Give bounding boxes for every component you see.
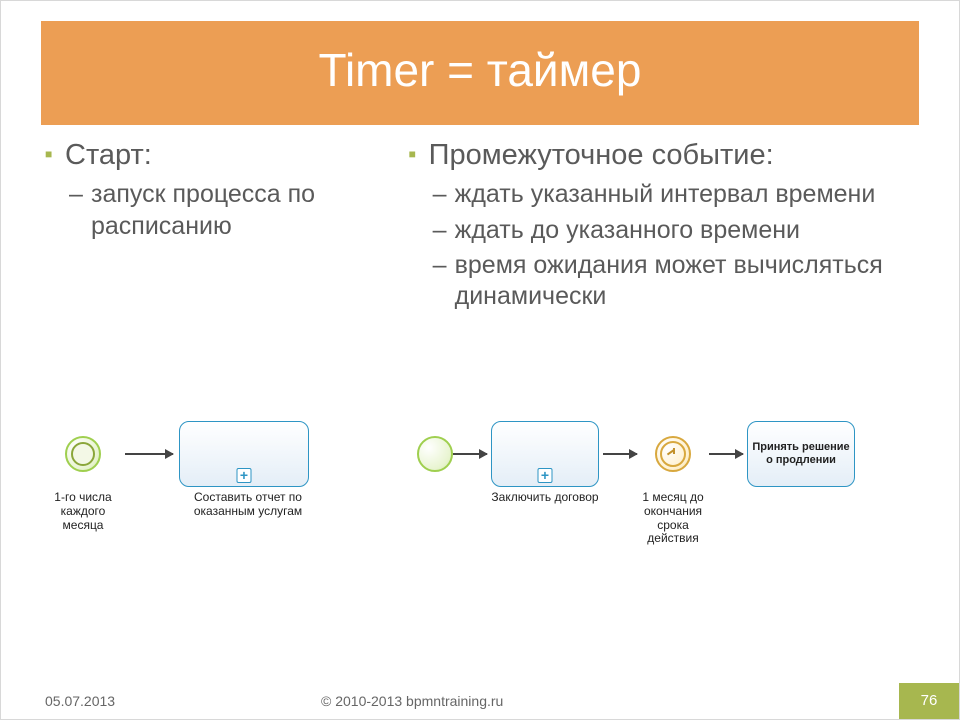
subprocess-marker-icon: + — [538, 468, 553, 483]
task-sign-contract-label: Заключить договор — [487, 491, 603, 546]
sequence-flow-icon — [709, 453, 743, 455]
content-area: Старт: запуск процесса по расписанию Про… — [1, 125, 959, 316]
sequence-flow-icon — [125, 453, 173, 455]
bullet-intermediate-sub-2: ждать до указанного времени — [405, 215, 919, 246]
diagram-intermediate-timer: + Принять решение о продлении Заключить … — [417, 421, 919, 621]
left-column: Старт: запуск процесса по расписанию — [41, 137, 375, 316]
bullet-intermediate-sub-3: время ожидания может вычисляться динамич… — [405, 250, 919, 313]
footer: 05.07.2013 © 2010-2013 bpmntraining.ru 7… — [1, 683, 959, 719]
task-decide-extend: Принять решение о продлении — [747, 421, 855, 487]
sequence-flow-icon — [603, 453, 637, 455]
right-column: Промежуточное событие: ждать указанный и… — [405, 137, 919, 316]
footer-copyright: © 2010-2013 bpmntraining.ru — [321, 693, 899, 709]
footer-date: 05.07.2013 — [1, 693, 321, 709]
start-event-label: 1-го числа каждого месяца — [41, 491, 125, 532]
intermediate-timer-label: 1 месяц до окончания срока действия — [637, 491, 709, 546]
task-compose-report-label: Составить отчет по оказанным услугам — [173, 491, 323, 532]
slide: Timer = таймер Старт: запуск процесса по… — [0, 0, 960, 720]
bullet-intermediate: Промежуточное событие: — [405, 137, 919, 173]
intermediate-timer-event-icon — [655, 436, 691, 472]
diagrams-area: + 1-го числа каждого месяца Составить от… — [41, 421, 919, 621]
task-decide-extend-label: Принять решение о продлении — [748, 437, 854, 471]
task-sign-contract: + — [491, 421, 599, 487]
diagram-start-timer: + 1-го числа каждого месяца Составить от… — [41, 421, 381, 621]
slide-title: Timer = таймер — [41, 21, 919, 125]
bullet-start-sub-1: запуск процесса по расписанию — [41, 179, 375, 242]
start-event-icon — [417, 436, 453, 472]
footer-page-number: 76 — [899, 683, 959, 719]
sequence-flow-icon — [453, 453, 487, 455]
bullet-start: Старт: — [41, 137, 375, 173]
subprocess-marker-icon: + — [237, 468, 252, 483]
bullet-intermediate-sub-1: ждать указанный интервал времени — [405, 179, 919, 210]
timer-start-event-icon — [65, 436, 101, 472]
task-compose-report: + — [179, 421, 309, 487]
